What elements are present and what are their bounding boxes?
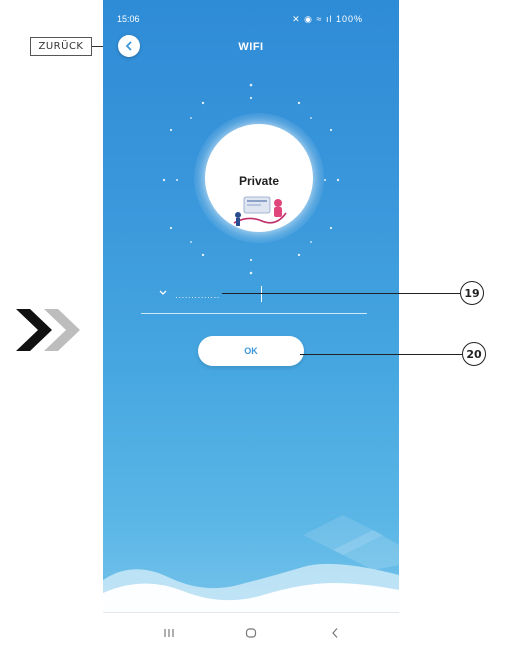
double-chevron-icon (16, 309, 80, 351)
navigation-bar (103, 612, 399, 652)
wifi-signal-icon: ✕ ◉ ≈ ıl (292, 14, 336, 24)
back-annotation-label: ZURÜCK (30, 37, 92, 56)
network-illustration-icon (233, 196, 287, 226)
callout-19: 19 (460, 281, 484, 305)
back-icon[interactable] (327, 625, 343, 641)
status-bar: 15:06 ✕ ◉ ≈ ıl 100% (103, 0, 399, 34)
chevron-down-icon (159, 290, 167, 295)
text-cursor (261, 286, 262, 302)
ok-button[interactable]: OK (198, 336, 304, 366)
callout-20-line (300, 354, 463, 355)
page-title: WIFI (238, 41, 264, 53)
password-input[interactable]: ·············· (141, 282, 367, 312)
password-underline (141, 313, 367, 314)
wave-decoration (103, 515, 399, 615)
password-mask: ·············· (175, 292, 220, 302)
phone-screen: 15:06 ✕ ◉ ≈ ıl 100% WIFI Private ·······… (103, 0, 399, 652)
network-name: Private (238, 174, 280, 188)
status-icons: ✕ ◉ ≈ ıl 100% (292, 14, 363, 25)
status-time: 15:06 (117, 14, 140, 24)
callout-19-line (222, 293, 461, 294)
recents-icon[interactable] (161, 625, 177, 641)
home-icon[interactable] (243, 625, 259, 641)
callout-20: 20 (462, 342, 486, 366)
battery-level: 100% (335, 14, 363, 24)
